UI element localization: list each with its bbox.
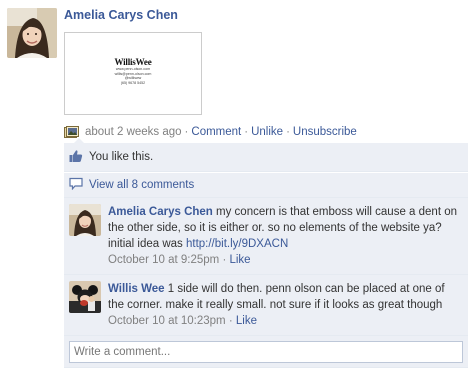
- unlike-link[interactable]: Unlike: [251, 126, 283, 138]
- post-timestamp[interactable]: about 2 weeks ago: [85, 126, 182, 138]
- card-logo-text: WillisWee: [114, 57, 152, 67]
- separator: ·: [184, 126, 189, 138]
- comment-link[interactable]: Comment: [191, 126, 241, 138]
- feedback-nub: [74, 138, 84, 143]
- write-comment-input[interactable]: [69, 341, 463, 363]
- comment-like-link[interactable]: Like: [236, 315, 257, 327]
- comment-body: Amelia Carys Chen my concern is that emb…: [108, 204, 463, 268]
- view-all-comments-link[interactable]: View all 8 comments: [89, 179, 194, 191]
- comment-item: Amelia Carys Chen my concern is that emb…: [64, 198, 468, 275]
- comment-item: Willis Wee 1 side will do then. penn ols…: [64, 275, 468, 336]
- write-comment-row: [64, 336, 468, 368]
- comment-meta: October 10 at 9:25pm · Like: [108, 252, 463, 268]
- view-all-comments-row[interactable]: View all 8 comments: [64, 172, 468, 198]
- commenter-avatar[interactable]: [69, 281, 101, 313]
- separator: ·: [244, 126, 249, 138]
- commenter-avatar[interactable]: [69, 204, 101, 236]
- attached-photo[interactable]: WillisWee www.penn-olson.com willis@penn…: [64, 32, 202, 115]
- comment-like-link[interactable]: Like: [229, 254, 250, 266]
- likes-text: You like this.: [89, 151, 154, 163]
- separator: ·: [222, 254, 227, 266]
- post-author-name[interactable]: Amelia Carys Chen: [64, 8, 178, 22]
- business-card-image: WillisWee www.penn-olson.com willis@penn…: [65, 57, 201, 85]
- comment-meta: October 10 at 10:23pm · Like: [108, 313, 463, 329]
- comment-bubble-icon: [69, 177, 83, 193]
- likes-row: You like this.: [64, 138, 468, 172]
- author-avatar[interactable]: [7, 8, 57, 58]
- comment-author[interactable]: Willis Wee: [108, 283, 165, 295]
- comment-url-link[interactable]: http://bit.ly/9DXACN: [186, 238, 288, 250]
- comment-body: Willis Wee 1 side will do then. penn ols…: [108, 281, 463, 329]
- card-line: (65) 9678 5452: [120, 80, 146, 85]
- separator: ·: [228, 315, 233, 327]
- unsubscribe-link[interactable]: Unsubscribe: [293, 126, 357, 138]
- comment-timestamp[interactable]: October 10 at 10:23pm: [108, 315, 226, 327]
- photo-icon: [64, 125, 79, 139]
- feedback-box: You like this. View all 8 comments Ameli…: [64, 138, 468, 368]
- comment-author[interactable]: Amelia Carys Chen: [108, 206, 213, 218]
- comment-timestamp[interactable]: October 10 at 9:25pm: [108, 254, 219, 266]
- post-meta: about 2 weeks ago · Comment · Unlike · U…: [64, 124, 357, 140]
- separator: ·: [286, 126, 290, 138]
- thumbs-up-icon: [69, 149, 83, 166]
